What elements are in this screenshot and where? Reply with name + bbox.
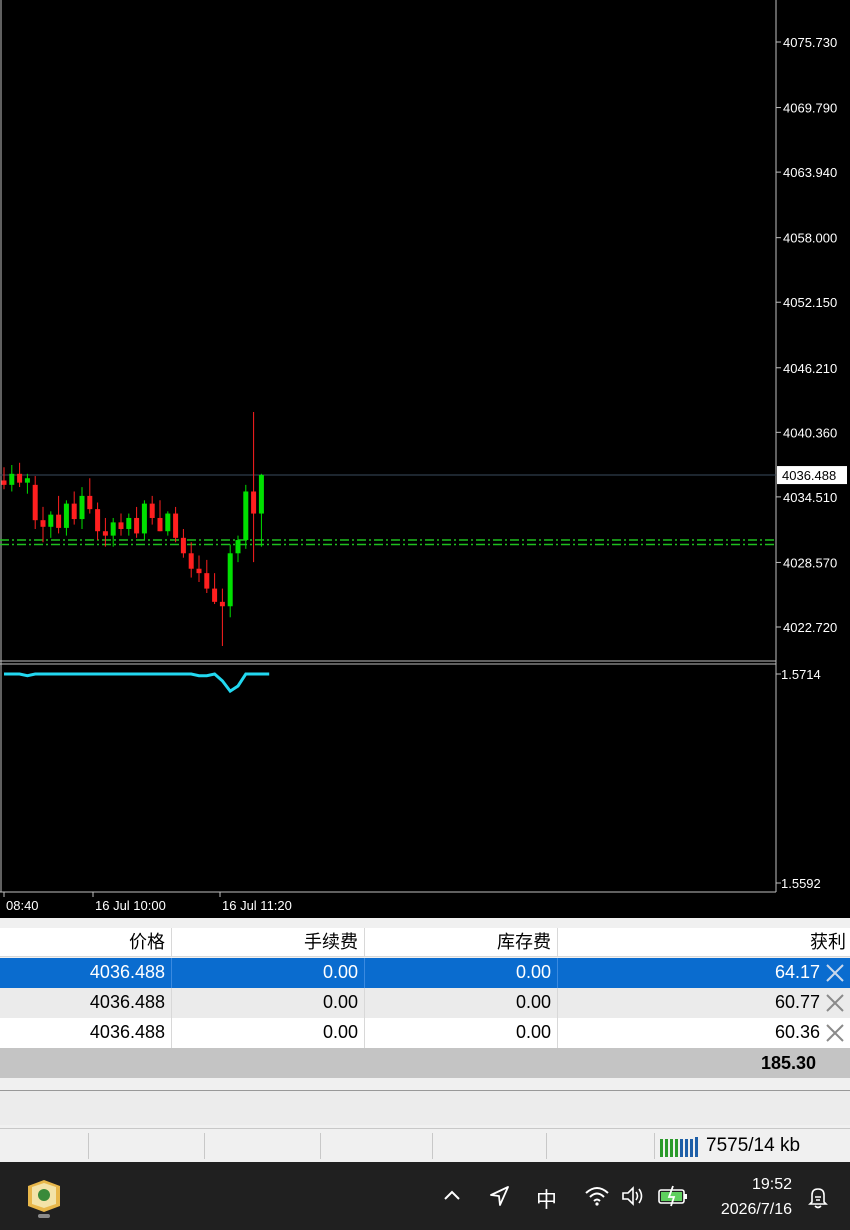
cell-swap: 0.00: [365, 958, 558, 988]
cell-profit: 60.77: [774, 992, 820, 1012]
connection-status: 7575/14 kb: [706, 1135, 801, 1156]
candle-body: [40, 520, 46, 527]
close-position-icon[interactable]: [824, 962, 846, 984]
input-method-indicator[interactable]: 中: [536, 1184, 557, 1214]
app-book-icon[interactable]: [24, 1174, 64, 1218]
candle-body: [165, 513, 171, 532]
candle-body: [1, 480, 7, 485]
total-profit: 185.30: [760, 1053, 816, 1073]
status-divider: [654, 1133, 655, 1159]
battery-charging-icon[interactable]: [657, 1184, 689, 1208]
cell-swap: 0.00: [365, 988, 558, 1018]
status-divider: [320, 1133, 321, 1159]
status-divider: [546, 1133, 547, 1159]
candle: [243, 484, 249, 549]
candle-body: [118, 522, 124, 530]
candle-body: [110, 522, 116, 536]
candle-body: [79, 495, 85, 520]
candle-body: [251, 491, 257, 514]
indicator-tick-label: 1.5592: [781, 876, 821, 891]
candle-body: [102, 531, 108, 536]
candle-body: [63, 503, 69, 528]
header-profit[interactable]: 获利: [558, 928, 850, 956]
candle-body: [258, 474, 264, 514]
status-bar: 7575/14 kb: [0, 1128, 850, 1163]
candle-body: [134, 517, 140, 534]
trade-panel: 价格 手续费 库存费 获利 4036.488 0.00 0.00 64.17 4…: [0, 918, 850, 1163]
table-header: 价格 手续费 库存费 获利: [0, 928, 850, 957]
cell-commission: 0.00: [172, 958, 365, 988]
candle-body: [173, 513, 179, 538]
price-tick-label: 4034.510: [783, 490, 837, 505]
header-price[interactable]: 价格: [0, 928, 172, 956]
cell-price: 4036.488: [0, 1018, 172, 1048]
header-swap[interactable]: 库存费: [365, 928, 558, 956]
cell-price: 4036.488: [0, 988, 172, 1018]
current-price-label: 4036.488: [782, 468, 836, 483]
price-tick-label: 4075.730: [783, 35, 837, 50]
status-divider: [432, 1133, 433, 1159]
candle-body: [141, 503, 147, 534]
connection-bars-icon[interactable]: [660, 1135, 700, 1157]
candle-body: [24, 478, 30, 483]
table-row[interactable]: 4036.488 0.00 0.00 60.36: [0, 1018, 850, 1048]
cell-swap: 0.00: [365, 1018, 558, 1048]
price-tick-label: 4028.570: [783, 555, 837, 570]
cell-commission: 0.00: [172, 1018, 365, 1048]
notification-bell-icon[interactable]: [804, 1184, 832, 1212]
candle-body: [56, 514, 62, 528]
candle-body: [32, 484, 38, 521]
candle-body: [95, 509, 101, 532]
candle-body: [219, 601, 225, 607]
candle-body: [212, 588, 218, 602]
header-commission[interactable]: 手续费: [172, 928, 365, 956]
indicator-tick-label: 1.5714: [781, 667, 821, 682]
cell-profit: 64.17: [774, 962, 820, 982]
status-divider: [204, 1133, 205, 1159]
candle-body: [48, 514, 54, 527]
close-position-icon[interactable]: [824, 992, 846, 1014]
cell-price: 4036.488: [0, 958, 172, 988]
candle-body: [227, 553, 233, 607]
time-label: 16 Jul 10:00: [95, 898, 166, 913]
table-row[interactable]: 4036.488 0.00 0.00 60.77: [0, 988, 850, 1018]
candle-body: [235, 540, 241, 554]
candle-body: [188, 553, 194, 569]
close-position-icon[interactable]: [824, 1022, 846, 1044]
price-tick-label: 4022.720: [783, 620, 837, 635]
price-tick-label: 4052.150: [783, 295, 837, 310]
candle-body: [243, 491, 249, 541]
candle-body: [149, 503, 155, 518]
cell-profit: 60.36: [774, 1022, 820, 1042]
location-arrow-icon[interactable]: [488, 1184, 512, 1208]
candle-body: [87, 495, 93, 510]
clock-time[interactable]: 19:52: [752, 1176, 792, 1194]
time-label: 16 Jul 11:20: [222, 898, 292, 913]
status-divider: [88, 1133, 89, 1159]
price-tick-label: 4058.000: [783, 231, 837, 246]
price-tick-label: 4069.790: [783, 101, 837, 116]
price-chart[interactable]: 4075.730 4069.790 4063.940 4058.000 4052.150…: [0, 0, 850, 918]
price-tick-label: 4046.210: [783, 361, 837, 376]
candle-body: [196, 568, 202, 574]
candle-body: [204, 573, 210, 589]
chevron-up-icon[interactable]: [442, 1186, 462, 1206]
clock-date[interactable]: 2026/7/16: [721, 1201, 792, 1219]
table-row[interactable]: 4036.488 0.00 0.00 64.17: [0, 958, 850, 988]
price-tick-label: 4040.360: [783, 425, 837, 440]
empty-row: [0, 1090, 850, 1125]
candle-body: [17, 473, 23, 483]
total-row: 185.30: [0, 1048, 850, 1078]
candle-body: [180, 537, 186, 554]
wifi-icon[interactable]: [584, 1184, 610, 1208]
candle-body: [71, 503, 77, 520]
taskbar: 中 19:52 2026/7/16: [0, 1162, 850, 1230]
volume-icon[interactable]: [620, 1184, 646, 1208]
candle-body: [157, 517, 163, 532]
cell-commission: 0.00: [172, 988, 365, 1018]
price-tick-label: 4063.940: [783, 165, 837, 180]
candle-body: [9, 473, 15, 485]
candle-body: [126, 517, 132, 530]
time-label: 08:40: [6, 898, 39, 913]
